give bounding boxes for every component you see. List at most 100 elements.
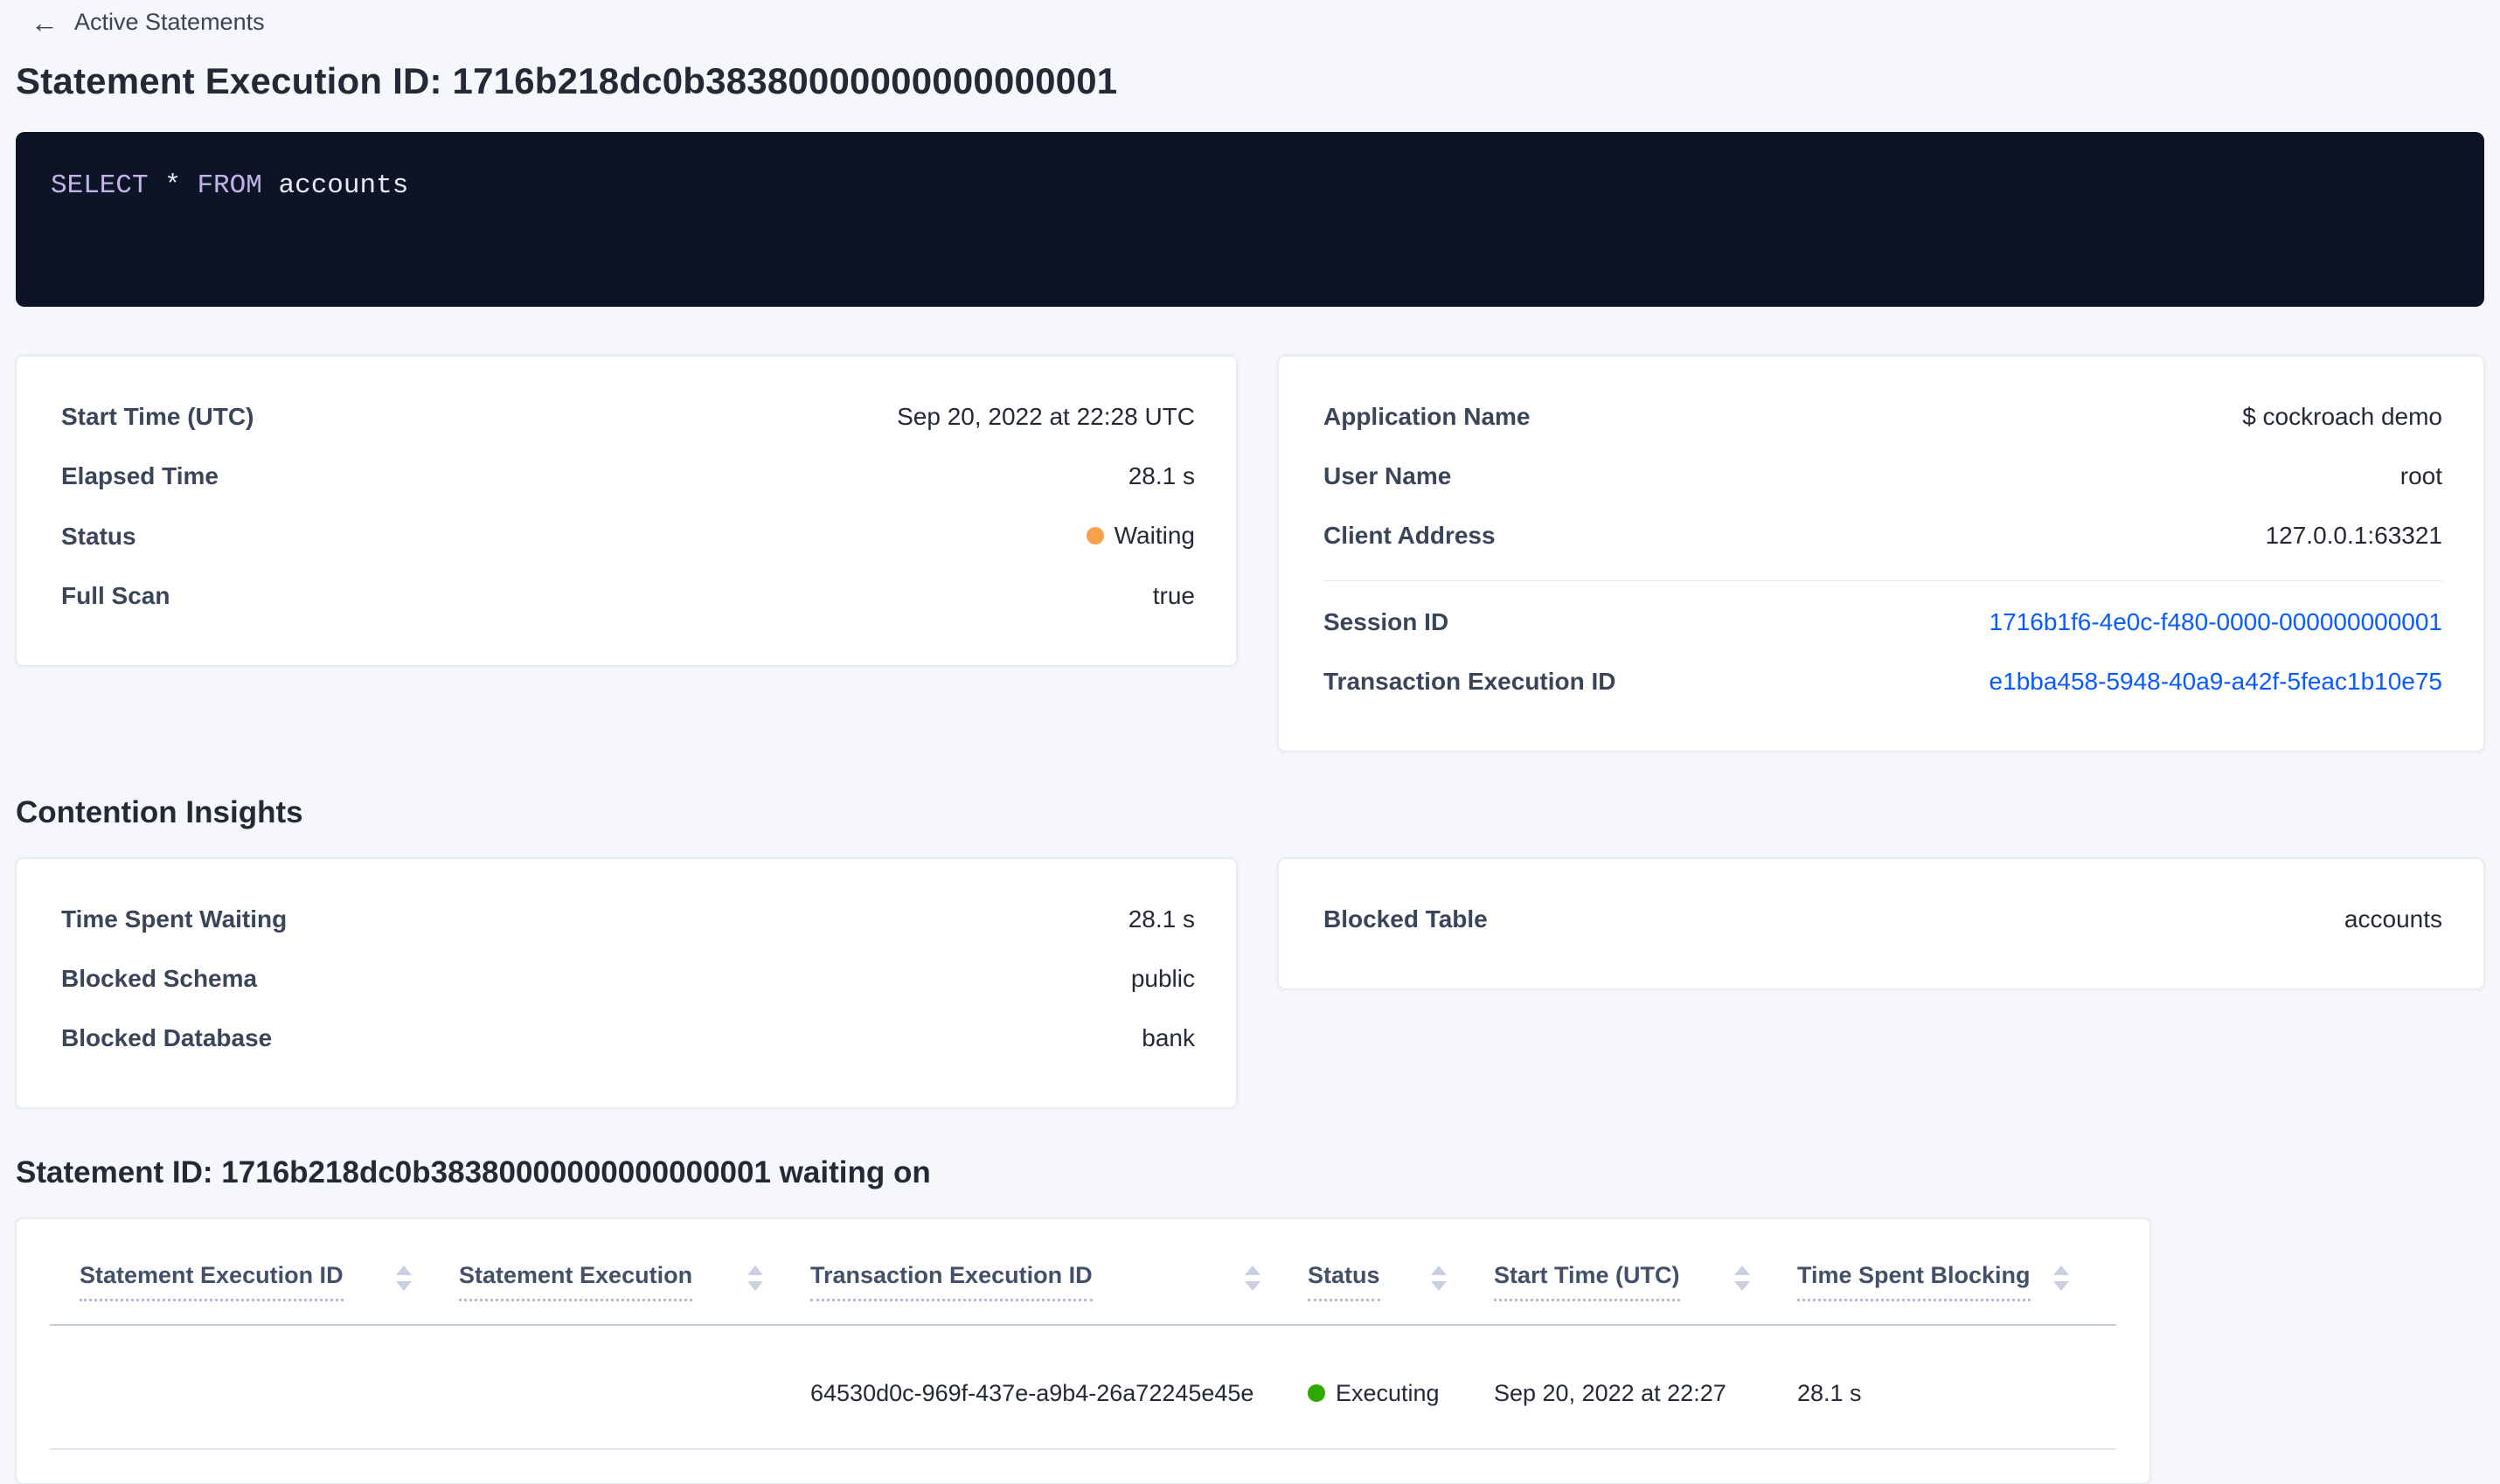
status-label: Status: [61, 523, 136, 550]
blocked-table-label: Blocked Table: [1323, 905, 1488, 933]
row-blocked-database: Blocked Database bank: [61, 1023, 1195, 1053]
row-session-id: Session ID 1716b1f6-4e0c-f480-0000-00000…: [1323, 607, 2442, 637]
blocked-database-label: Blocked Database: [61, 1024, 273, 1051]
table-row-divider: [50, 1448, 2116, 1450]
cell-status: Executing: [1308, 1378, 1494, 1408]
contention-right-card: Blocked Table accounts: [1278, 858, 2484, 989]
time-spent-waiting-label: Time Spent Waiting: [61, 905, 288, 933]
overview-card: Start Time (UTC) Sep 20, 2022 at 22:28 U…: [16, 356, 1237, 666]
session-id-label: Session ID: [1323, 608, 1449, 635]
header-label: Time Spent Blocking: [1797, 1261, 2031, 1301]
sql-keyword-from: FROM: [197, 170, 262, 201]
row-blocked-table: Blocked Table accounts: [1323, 905, 2442, 934]
header-statement-execution[interactable]: Statement Execution: [459, 1261, 810, 1301]
elapsed-time-value: 28.1 s: [1128, 462, 1195, 489]
sort-down-icon: [396, 1280, 412, 1291]
blocked-schema-value: public: [1130, 965, 1195, 992]
header-label: Transaction Execution ID: [810, 1261, 1093, 1301]
application-name-label: Application Name: [1323, 403, 1531, 430]
elapsed-time-label: Elapsed Time: [61, 462, 219, 489]
contention-insights-heading: Contention Insights: [16, 795, 303, 829]
row-status: Status Waiting: [61, 521, 1195, 551]
start-time-label: Start Time (UTC): [61, 403, 254, 430]
row-blocked-schema: Blocked Schema public: [61, 964, 1195, 994]
sort-up-icon: [747, 1265, 763, 1275]
sql-star-token: *: [164, 170, 181, 201]
row-transaction-execution-id: Transaction Execution ID e1bba458-5948-4…: [1323, 667, 2442, 697]
header-label: Statement Execution: [459, 1261, 693, 1301]
contention-cards-row: Time Spent Waiting 28.1 s Blocked Schema…: [16, 858, 2484, 1108]
row-full-scan: Full Scan true: [61, 581, 1195, 611]
sql-statement-box: SELECT * FROM accounts: [16, 132, 2484, 307]
table-row: 64530d0c-969f-437e-a9b4-26a72245e45e Exe…: [50, 1326, 2116, 1448]
session-card: Application Name $ cockroach demo User N…: [1278, 356, 2484, 752]
cell-statement-execution-id: [80, 1378, 459, 1408]
blocked-schema-label: Blocked Schema: [61, 965, 258, 992]
full-scan-value: true: [1152, 582, 1195, 609]
sql-keyword-select: SELECT: [51, 170, 149, 201]
full-scan-label: Full Scan: [61, 582, 170, 609]
table-body-area: 64530d0c-969f-437e-a9b4-26a72245e45e Exe…: [17, 1326, 2149, 1450]
contention-left-card: Time Spent Waiting 28.1 s Blocked Schema…: [16, 858, 1237, 1108]
status-value: Waiting: [1114, 522, 1195, 549]
header-transaction-execution-id[interactable]: Transaction Execution ID: [810, 1261, 1308, 1301]
header-label: Statement Execution ID: [80, 1261, 344, 1301]
sort-icon: [1431, 1265, 1447, 1291]
table-header-area: Statement Execution ID Statement Executi…: [17, 1219, 2149, 1326]
waiting-on-table: Statement Execution ID Statement Executi…: [16, 1218, 2150, 1484]
sort-down-icon: [1734, 1280, 1750, 1291]
cell-statement-execution: [459, 1378, 810, 1408]
status-executing-value: Executing: [1336, 1380, 1440, 1406]
header-label: Status: [1308, 1261, 1380, 1301]
session-card-divider: [1323, 580, 2442, 581]
sort-icon: [747, 1265, 763, 1291]
sort-icon: [2053, 1265, 2069, 1291]
summary-cards-row: Start Time (UTC) Sep 20, 2022 at 22:28 U…: [16, 356, 2484, 752]
row-client-address: Client Address 127.0.0.1:63321: [1323, 521, 2442, 551]
sort-down-icon: [747, 1280, 763, 1291]
arrow-left-icon: ←: [31, 6, 59, 38]
page-title: Statement Execution ID: 1716b218dc0b3838…: [16, 60, 1118, 101]
statement-execution-details-page: ← Active Statements Statement Execution …: [0, 0, 2500, 1484]
sort-icon: [1245, 1265, 1260, 1291]
status-badge: Waiting: [1086, 521, 1195, 551]
row-user-name: User Name root: [1323, 461, 2442, 491]
sort-up-icon: [2053, 1265, 2069, 1275]
back-link-active-statements[interactable]: ← Active Statements: [31, 6, 265, 38]
sort-icon: [1734, 1265, 1750, 1291]
status-waiting-dot: [1086, 527, 1104, 544]
sort-icon: [396, 1265, 412, 1291]
transaction-execution-id-label: Transaction Execution ID: [1323, 668, 1616, 695]
client-address-value: 127.0.0.1:63321: [2265, 522, 2442, 549]
sort-down-icon: [2053, 1280, 2069, 1291]
client-address-label: Client Address: [1323, 522, 1496, 549]
header-time-spent-blocking[interactable]: Time Spent Blocking: [1797, 1261, 2116, 1301]
header-label: Start Time (UTC): [1494, 1261, 1680, 1301]
sort-up-icon: [396, 1265, 412, 1275]
header-start-time[interactable]: Start Time (UTC): [1494, 1261, 1797, 1301]
header-statement-execution-id[interactable]: Statement Execution ID: [80, 1261, 459, 1301]
row-time-spent-waiting: Time Spent Waiting 28.1 s: [61, 905, 1195, 934]
user-name-value: root: [2399, 462, 2442, 489]
header-status[interactable]: Status: [1308, 1261, 1494, 1301]
cell-transaction-execution-id: 64530d0c-969f-437e-a9b4-26a72245e45e: [810, 1380, 1254, 1406]
start-time-value: Sep 20, 2022 at 22:28 UTC: [897, 403, 1195, 430]
sql-space-2: [262, 170, 279, 201]
session-id-link[interactable]: 1716b1f6-4e0c-f480-0000-000000000001: [1990, 607, 2442, 637]
sort-up-icon: [1734, 1265, 1750, 1275]
sort-up-icon: [1245, 1265, 1260, 1275]
sql-star: [149, 170, 165, 201]
sort-down-icon: [1431, 1280, 1447, 1291]
row-start-time: Start Time (UTC) Sep 20, 2022 at 22:28 U…: [61, 402, 1195, 432]
row-application-name: Application Name $ cockroach demo: [1323, 402, 2442, 432]
application-name-value: $ cockroach demo: [2242, 403, 2442, 430]
sort-down-icon: [1245, 1280, 1260, 1291]
user-name-label: User Name: [1323, 462, 1452, 489]
status-executing-dot: [1308, 1384, 1325, 1402]
sql-table-name: accounts: [278, 170, 409, 201]
table-header-row: Statement Execution ID Statement Executi…: [50, 1219, 2116, 1324]
transaction-execution-id-link[interactable]: e1bba458-5948-40a9-a42f-5feac1b10e75: [1990, 667, 2442, 697]
breadcrumb-label: Active Statements: [74, 9, 265, 35]
cell-time-spent-blocking: 28.1 s: [1797, 1380, 1862, 1406]
blocked-database-value: bank: [1142, 1024, 1195, 1051]
